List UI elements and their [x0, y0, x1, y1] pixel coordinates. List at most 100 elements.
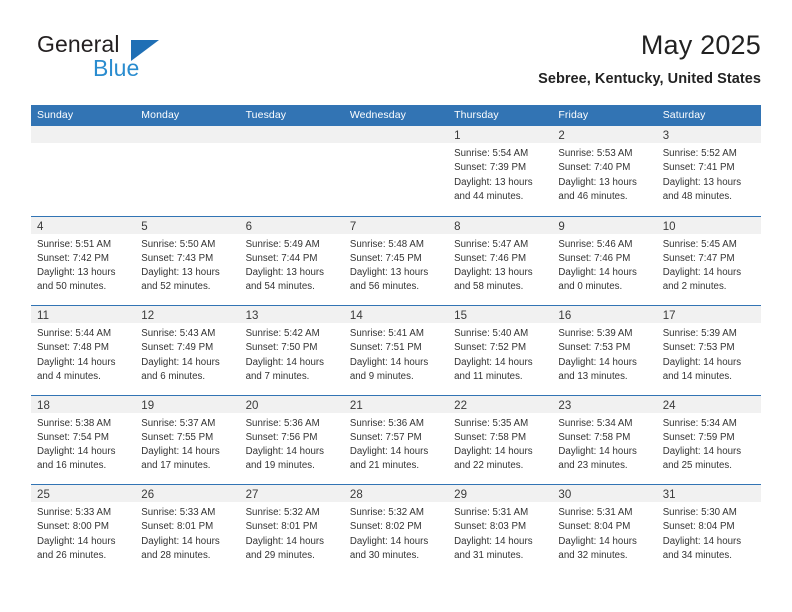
calendar-day-cell[interactable]: 6 Sunrise: 5:49 AM Sunset: 7:44 PM Daylight… [239, 216, 344, 305]
calendar-week-row: 1 Sunrise: 5:54 AM Sunset: 7:39 PM Daylight… [31, 126, 761, 216]
calendar-day-cell[interactable]: 8 Sunrise: 5:47 AM Sunset: 7:46 PM Daylight… [448, 216, 553, 305]
calendar-day-cell[interactable]: 2 Sunrise: 5:53 AM Sunset: 7:40 PM Daylight… [552, 126, 657, 216]
sunrise-text: Sunrise: 5:34 AM [662, 417, 737, 429]
sunset-text: Sunset: 8:03 PM [454, 521, 527, 533]
sunset-text: Sunset: 8:01 PM [245, 521, 318, 533]
calendar-day-cell[interactable]: 26 Sunrise: 5:33 AM Sunset: 8:01 PM Dayligh… [135, 485, 240, 574]
sunset-text: Sunset: 7:56 PM [245, 431, 318, 443]
sunrise-text: Sunrise: 5:41 AM [349, 328, 424, 339]
calendar-day-cell[interactable]: 24 Sunrise: 5:34 AM Sunset: 7:59 PM Dayligh… [656, 395, 761, 484]
sunset-text: Sunset: 7:40 PM [558, 162, 631, 174]
daylight-text-line2: and 50 minutes. [37, 281, 107, 293]
day-number-band: 9 [552, 216, 657, 234]
day-details: Sunrise: 5:30 AM Sunset: 8:04 PM Daylight:… [657, 502, 761, 563]
sunrise-text: Sunrise: 5:52 AM [662, 148, 737, 159]
sunset-text: Sunset: 8:01 PM [141, 521, 214, 533]
day-details: Sunrise: 5:46 AM Sunset: 7:46 PM Daylight:… [552, 234, 656, 295]
calendar-day-cell[interactable]: 15 Sunrise: 5:40 AM Sunset: 7:52 PM Dayligh… [448, 306, 553, 395]
calendar-day-cell[interactable]: 20 Sunrise: 5:36 AM Sunset: 7:56 PM Dayligh… [239, 395, 344, 484]
day-details: Sunrise: 5:32 AM Sunset: 8:01 PM Daylight:… [240, 502, 344, 563]
day-number: 4 [37, 220, 44, 233]
calendar-week-row: 4 Sunrise: 5:51 AM Sunset: 7:42 PM Daylight… [31, 215, 761, 305]
calendar-day-cell-empty [239, 126, 344, 216]
day-details: Sunrise: 5:41 AM Sunset: 7:51 PM Daylight:… [344, 323, 448, 384]
day-details: Sunrise: 5:31 AM Sunset: 8:04 PM Daylight:… [552, 502, 656, 563]
day-details: Sunrise: 5:39 AM Sunset: 7:53 PM Daylight:… [552, 323, 656, 384]
calendar-day-cell[interactable]: 31 Sunrise: 5:30 AM Sunset: 8:04 PM Dayligh… [656, 485, 761, 574]
day-details: Sunrise: 5:36 AM Sunset: 7:57 PM Daylight:… [344, 413, 448, 474]
daylight-text-line1: Daylight: 14 hours [349, 446, 429, 458]
daylight-text-line1: Daylight: 14 hours [245, 535, 325, 547]
daylight-text-line2: and 25 minutes. [662, 460, 732, 472]
calendar-day-cell[interactable]: 27 Sunrise: 5:32 AM Sunset: 8:01 PM Dayligh… [239, 485, 344, 574]
day-number: 8 [454, 220, 461, 233]
calendar-day-cell[interactable]: 4 Sunrise: 5:51 AM Sunset: 7:42 PM Daylight… [31, 216, 136, 305]
daylight-text-line2: and 13 minutes. [558, 370, 628, 382]
calendar-weeks: 1 Sunrise: 5:54 AM Sunset: 7:39 PM Daylight… [31, 126, 761, 574]
calendar-day-cell[interactable]: 19 Sunrise: 5:37 AM Sunset: 7:55 PM Dayligh… [135, 395, 240, 484]
calendar-day-cell-empty [135, 126, 240, 216]
day-number-band [135, 126, 240, 143]
calendar-day-cell[interactable]: 21 Sunrise: 5:36 AM Sunset: 7:57 PM Dayligh… [343, 395, 449, 484]
sunrise-text: Sunrise: 5:42 AM [245, 328, 320, 339]
calendar-day-cell[interactable]: 22 Sunrise: 5:35 AM Sunset: 7:58 PM Dayligh… [448, 395, 553, 484]
day-number-band: 31 [656, 485, 761, 502]
weekday-header-saturday: Saturday [662, 109, 706, 121]
calendar-day-cell[interactable]: 28 Sunrise: 5:32 AM Sunset: 8:02 PM Dayligh… [343, 485, 449, 574]
daylight-text-line2: and 9 minutes. [349, 370, 414, 382]
calendar-day-cell[interactable]: 30 Sunrise: 5:31 AM Sunset: 8:04 PM Dayligh… [552, 485, 657, 574]
daylight-text-line2: and 56 minutes. [349, 281, 420, 293]
calendar-day-cell[interactable]: 9 Sunrise: 5:46 AM Sunset: 7:46 PM Daylight… [552, 216, 657, 305]
day-number: 21 [349, 399, 363, 412]
sunset-text: Sunset: 7:50 PM [245, 342, 318, 354]
day-number-band: 16 [552, 306, 657, 323]
day-details: Sunrise: 5:47 AM Sunset: 7:46 PM Daylight:… [448, 234, 552, 295]
calendar-day-cell[interactable]: 13 Sunrise: 5:42 AM Sunset: 7:50 PM Dayligh… [239, 306, 344, 395]
day-details: Sunrise: 5:43 AM Sunset: 7:49 PM Daylight:… [135, 323, 239, 384]
day-number: 26 [141, 489, 155, 501]
daylight-text-line1: Daylight: 14 hours [662, 535, 742, 547]
calendar-day-cell[interactable]: 5 Sunrise: 5:50 AM Sunset: 7:43 PM Daylight… [135, 216, 240, 305]
daylight-text-line1: Daylight: 13 hours [245, 267, 325, 279]
day-number-band: 29 [448, 485, 553, 502]
sunrise-text: Sunrise: 5:30 AM [662, 507, 737, 518]
calendar-day-cell[interactable]: 10 Sunrise: 5:45 AM Sunset: 7:47 PM Dayligh… [656, 216, 761, 305]
brand-logo[interactable]: General Blue [31, 28, 261, 86]
day-details: Sunrise: 5:39 AM Sunset: 7:53 PM Daylight:… [657, 323, 761, 384]
sunset-text: Sunset: 7:51 PM [349, 342, 422, 354]
daylight-text-line2: and 11 minutes. [454, 370, 523, 382]
sunset-text: Sunset: 7:46 PM [454, 252, 527, 264]
brand-name-general: General [37, 31, 120, 57]
sunset-text: Sunset: 7:59 PM [662, 431, 735, 443]
calendar-day-cell[interactable]: 3 Sunrise: 5:52 AM Sunset: 7:41 PM Daylight… [656, 126, 761, 216]
calendar-day-cell[interactable]: 25 Sunrise: 5:33 AM Sunset: 8:00 PM Dayligh… [31, 485, 136, 574]
calendar-day-cell[interactable]: 17 Sunrise: 5:39 AM Sunset: 7:53 PM Dayligh… [656, 306, 761, 395]
day-number-band [343, 126, 449, 143]
calendar-day-cell[interactable]: 7 Sunrise: 5:48 AM Sunset: 7:45 PM Daylight… [343, 216, 449, 305]
sunrise-text: Sunrise: 5:34 AM [558, 417, 633, 429]
sunset-text: Sunset: 7:41 PM [662, 162, 735, 174]
daylight-text-line2: and 26 minutes. [37, 549, 107, 561]
day-number: 12 [141, 310, 155, 322]
daylight-text-line2: and 52 minutes. [141, 281, 211, 293]
calendar-day-cell[interactable]: 23 Sunrise: 5:34 AM Sunset: 7:58 PM Dayligh… [552, 395, 657, 484]
calendar-day-cell[interactable]: 12 Sunrise: 5:43 AM Sunset: 7:49 PM Dayligh… [135, 306, 240, 395]
calendar-day-cell[interactable]: 16 Sunrise: 5:39 AM Sunset: 7:53 PM Dayligh… [552, 306, 657, 395]
calendar-day-cell[interactable]: 29 Sunrise: 5:31 AM Sunset: 8:03 PM Dayligh… [448, 485, 553, 574]
day-details: Sunrise: 5:36 AM Sunset: 7:56 PM Daylight:… [240, 413, 344, 474]
daylight-text-line2: and 17 minutes. [141, 460, 211, 472]
sunrise-text: Sunrise: 5:36 AM [245, 417, 320, 429]
day-number-band: 18 [31, 395, 136, 413]
weekday-header-thursday: Thursday [454, 109, 499, 121]
day-number-band: 14 [343, 306, 449, 323]
sunrise-text: Sunrise: 5:38 AM [37, 417, 112, 429]
day-number-band: 20 [239, 395, 344, 413]
day-number-band [239, 126, 344, 143]
calendar-day-cell[interactable]: 18 Sunrise: 5:38 AM Sunset: 7:54 PM Dayligh… [31, 395, 136, 484]
calendar-day-cell[interactable]: 11 Sunrise: 5:44 AM Sunset: 7:48 PM Dayligh… [31, 306, 136, 395]
calendar-day-cell[interactable]: 14 Sunrise: 5:41 AM Sunset: 7:51 PM Dayligh… [343, 306, 449, 395]
day-number-band: 25 [31, 485, 136, 502]
daylight-text-line1: Daylight: 14 hours [37, 356, 116, 368]
calendar-day-cell[interactable]: 1 Sunrise: 5:54 AM Sunset: 7:39 PM Daylight… [448, 126, 553, 216]
day-number: 13 [245, 310, 259, 322]
